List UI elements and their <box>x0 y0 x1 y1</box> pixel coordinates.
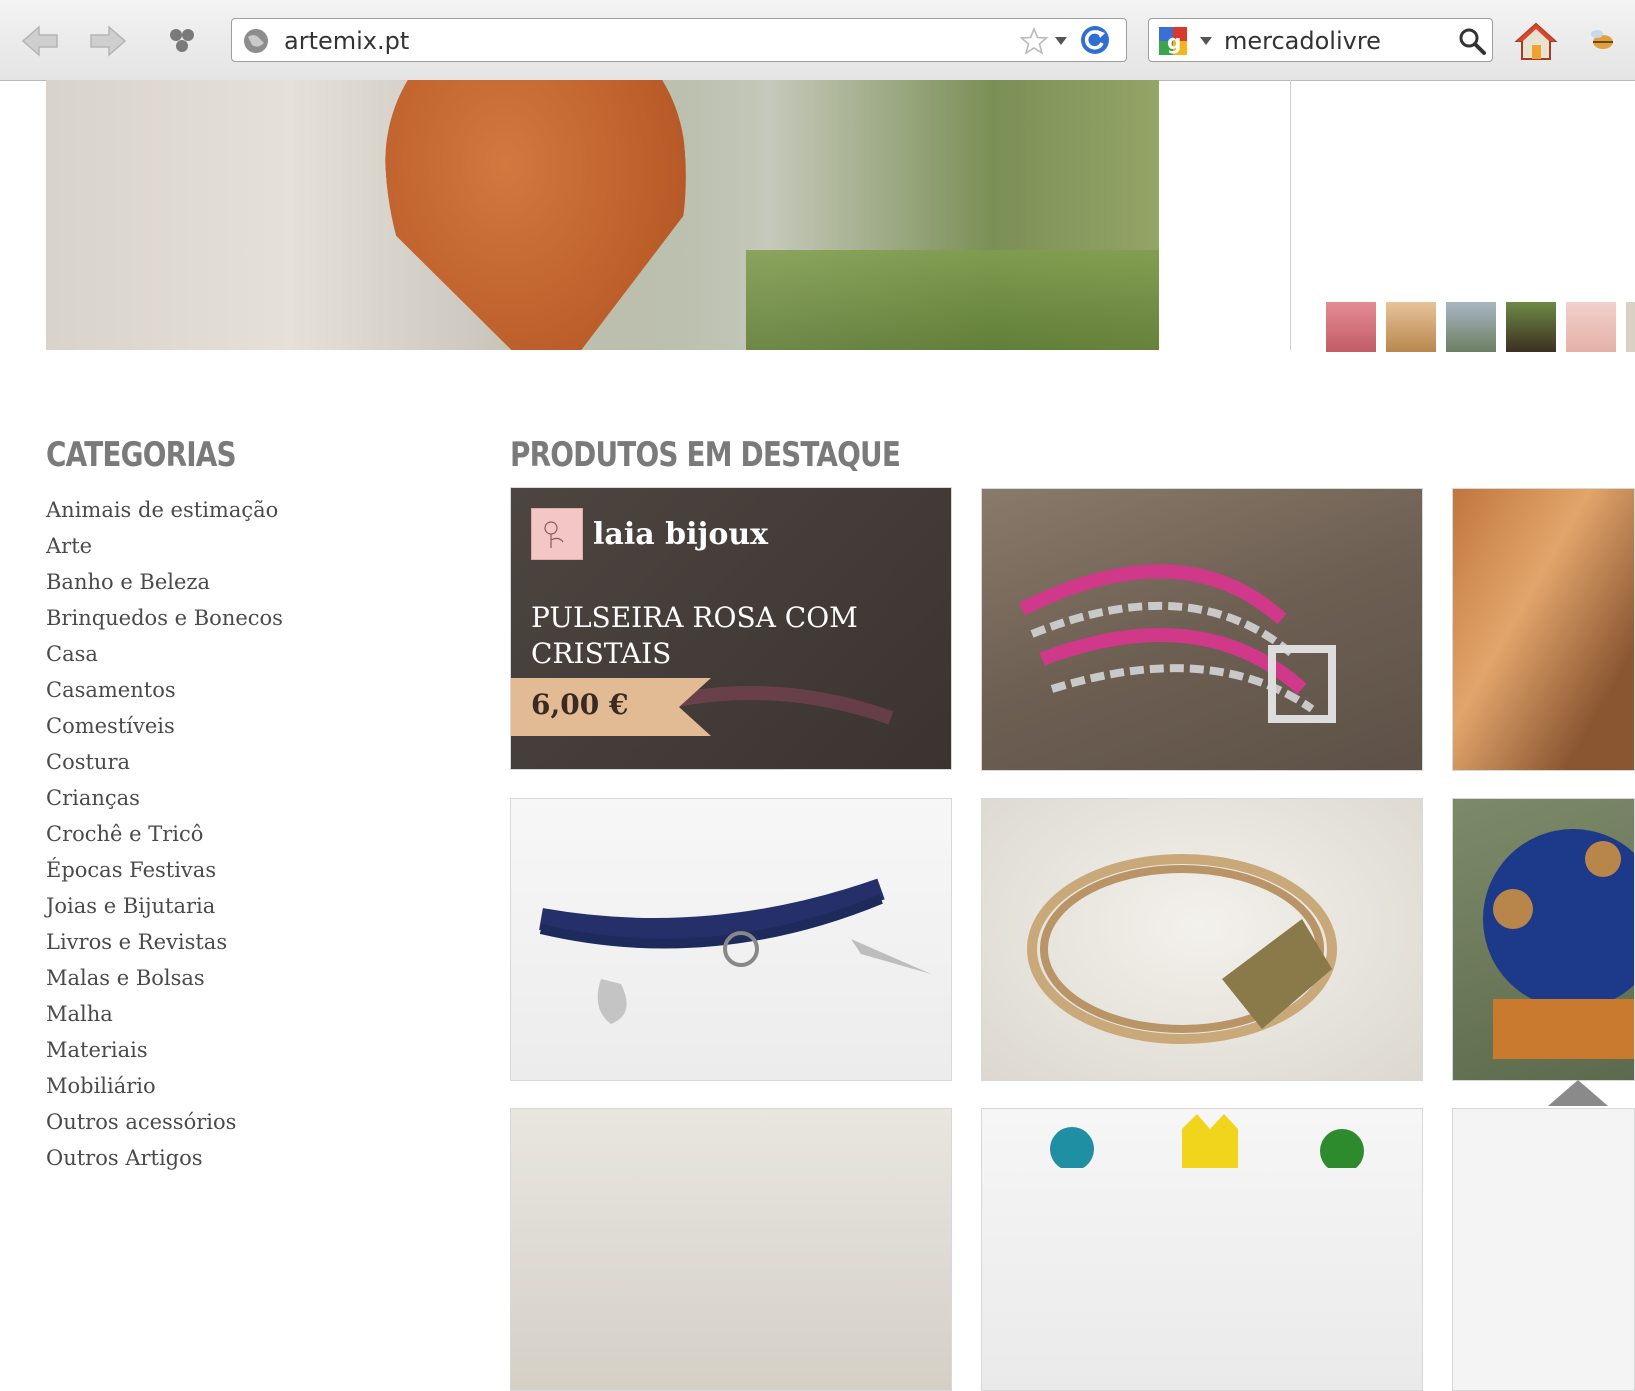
search-bar[interactable]: g mercadolivre <box>1148 18 1493 62</box>
extension-button[interactable] <box>1580 22 1624 60</box>
forward-button[interactable] <box>86 22 130 60</box>
banner-divider <box>1290 80 1291 350</box>
home-icon <box>1514 22 1558 60</box>
banner-thumbnail[interactable] <box>1326 302 1376 352</box>
hero-banner-image[interactable] <box>46 80 1159 350</box>
reload-icon[interactable] <box>1078 24 1112 56</box>
category-link[interactable]: Banho e Beleza <box>46 564 283 600</box>
svg-text:g: g <box>1167 30 1181 54</box>
product-name[interactable]: PULSEIRA ROSA COM CRISTAIS <box>531 600 911 672</box>
addon-button[interactable] <box>160 22 204 60</box>
category-link[interactable]: Joias e Bijutaria <box>46 888 283 924</box>
flower-logo-icon <box>544 521 564 548</box>
product-image <box>1027 854 1337 1044</box>
product-image <box>1018 564 1336 723</box>
banner-thumbnail[interactable] <box>1566 302 1616 352</box>
category-link[interactable]: Arte <box>46 528 283 564</box>
category-link[interactable]: Malha <box>46 996 283 1032</box>
banner-thumbnail[interactable] <box>1386 302 1436 352</box>
featured-product-card[interactable] <box>1452 488 1635 771</box>
featured-product-card[interactable] <box>1452 1108 1635 1391</box>
featured-product-card[interactable] <box>510 798 952 1081</box>
url-text: artemix.pt <box>284 27 410 55</box>
home-button[interactable] <box>1514 22 1558 60</box>
category-link[interactable]: Malas e Bolsas <box>46 960 283 996</box>
category-link[interactable]: Casamentos <box>46 672 283 708</box>
category-link[interactable]: Casa <box>46 636 283 672</box>
featured-heading: PRODUTOS EM DESTAQUE <box>510 435 901 475</box>
dropdown-icon[interactable] <box>1054 36 1068 46</box>
url-bar[interactable]: artemix.pt <box>231 18 1127 62</box>
banner-thumbnail[interactable] <box>1446 302 1496 352</box>
featured-product-card[interactable] <box>981 488 1423 771</box>
browser-toolbar: artemix.pt g mercadolivre <box>0 0 1635 81</box>
featured-product-card[interactable] <box>981 1108 1423 1391</box>
category-link[interactable]: Crianças <box>46 780 283 816</box>
addon-icon <box>170 29 194 52</box>
google-icon[interactable]: g <box>1157 25 1191 57</box>
featured-product-card[interactable] <box>981 798 1423 1081</box>
category-link[interactable]: Animais de estimação <box>46 492 283 528</box>
extension-icon <box>1591 30 1613 49</box>
search-icon[interactable] <box>1457 26 1487 56</box>
category-link[interactable]: Costura <box>46 744 283 780</box>
forward-arrow-icon <box>90 25 127 57</box>
banner-thumbnail[interactable] <box>1626 302 1635 352</box>
category-link[interactable]: Livros e Revistas <box>46 924 283 960</box>
category-link[interactable]: Outros Artigos <box>46 1140 283 1176</box>
category-list: Animais de estimação Arte Banho e Beleza… <box>46 492 283 1176</box>
shop-name[interactable]: laia bijoux <box>593 517 768 552</box>
search-input[interactable]: mercadolivre <box>1224 27 1381 55</box>
category-link[interactable]: Materiais <box>46 1032 283 1068</box>
category-link[interactable]: Épocas Festivas <box>46 852 283 888</box>
shop-info[interactable]: laia bijoux <box>531 508 768 560</box>
shop-logo[interactable] <box>531 508 583 560</box>
hero-background <box>746 250 1159 350</box>
featured-product-card[interactable] <box>1452 798 1635 1081</box>
product-image <box>1050 1114 1364 1168</box>
back-button[interactable] <box>18 22 62 60</box>
back-arrow-icon <box>21 25 58 57</box>
category-link[interactable]: Outros acessórios <box>46 1104 283 1140</box>
globe-icon <box>244 29 268 53</box>
category-link[interactable]: Mobiliário <box>46 1068 283 1104</box>
product-image <box>1483 829 1634 1059</box>
featured-product-card[interactable]: laia bijoux PULSEIRA ROSA COM CRISTAIS 6… <box>510 487 952 770</box>
category-link[interactable]: Crochê e Tricô <box>46 816 283 852</box>
featured-product-card[interactable] <box>510 1108 952 1391</box>
category-link[interactable]: Comestíveis <box>46 708 283 744</box>
categories-heading: CATEGORIAS <box>46 435 237 475</box>
star-icon[interactable] <box>1019 27 1049 55</box>
search-engine-dropdown-icon[interactable] <box>1199 36 1213 46</box>
category-link[interactable]: Brinquedos e Bonecos <box>46 600 283 636</box>
product-price: 6,00 € <box>531 688 629 721</box>
scroll-to-top-button[interactable] <box>1548 1080 1608 1106</box>
banner-thumbnail[interactable] <box>1506 302 1556 352</box>
product-image <box>539 878 931 1024</box>
